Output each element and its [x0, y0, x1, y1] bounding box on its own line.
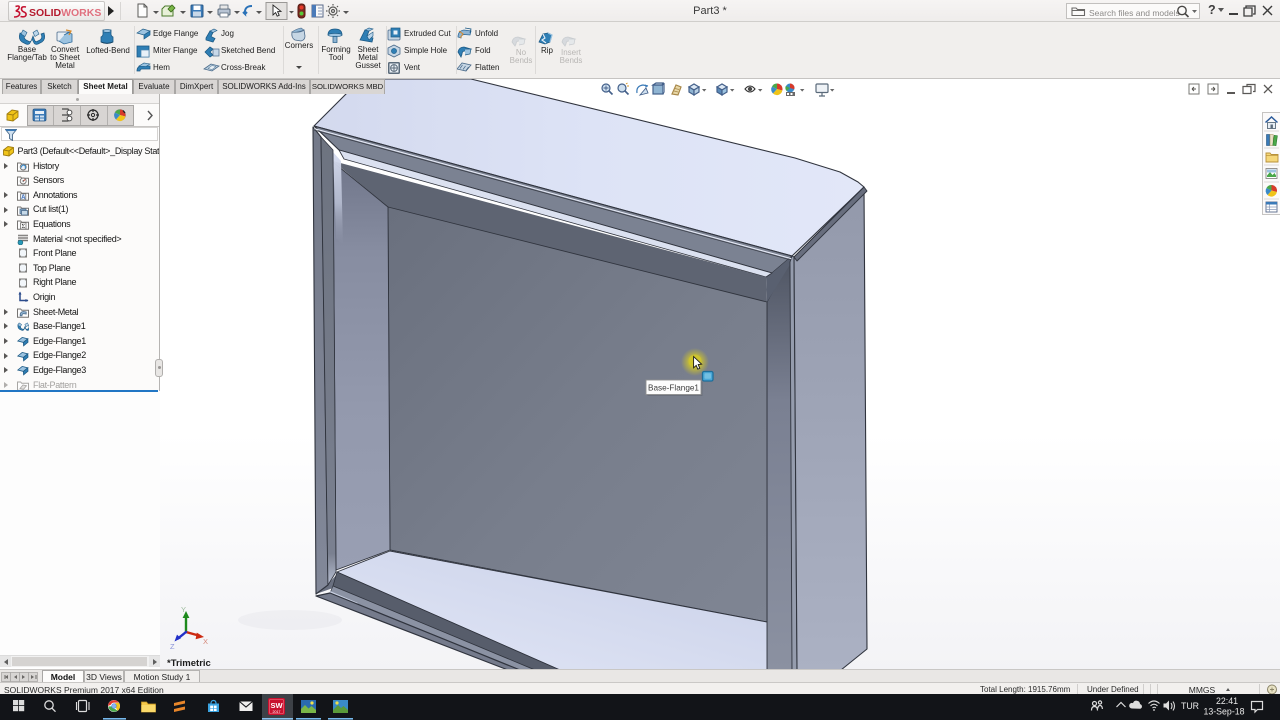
svg-text:Y: Y	[181, 605, 186, 614]
svg-text:SW: SW	[270, 701, 283, 710]
svg-text:2017: 2017	[273, 710, 281, 714]
svg-text:SOLIDWORKS: SOLIDWORKS	[29, 7, 101, 19]
svg-text:22:41: 22:41	[1216, 696, 1238, 706]
svg-text:Z: Z	[170, 642, 175, 651]
svg-text:TUR: TUR	[1181, 701, 1199, 711]
svg-text:X: X	[203, 637, 208, 646]
svg-text:Base-Flange1: Base-Flange1	[648, 384, 699, 393]
svg-text:13-Sep-18: 13-Sep-18	[1203, 707, 1244, 717]
svg-text:Σ: Σ	[21, 223, 25, 230]
